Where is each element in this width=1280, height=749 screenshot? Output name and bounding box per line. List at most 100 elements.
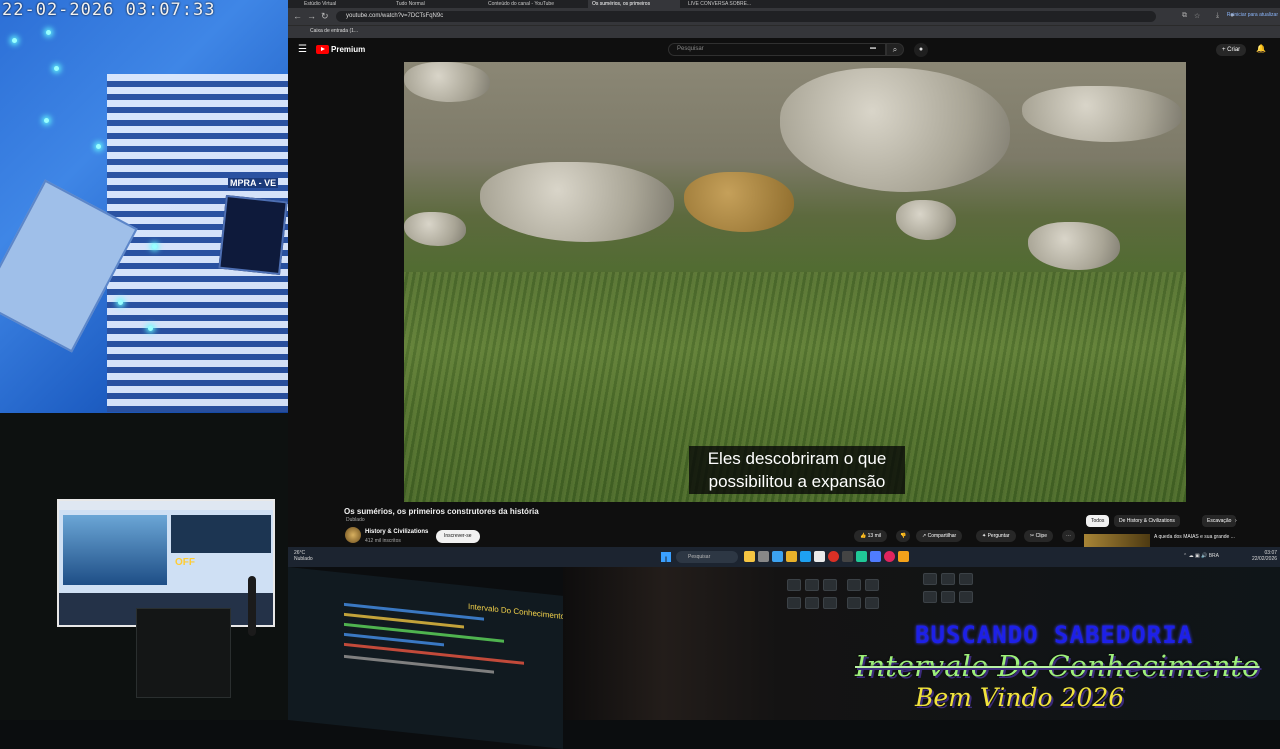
camera-timestamp: 22-02-2026 03:07:33 — [2, 0, 216, 20]
monitor-header — [59, 501, 273, 510]
desk-camera: OFF — [0, 413, 288, 720]
drum-pad — [847, 597, 861, 609]
video-player[interactable]: Eles descobriram o que possibilitou a ex… — [404, 62, 1186, 502]
overlay-title: BUSCANDO SABEDORIA — [915, 621, 1194, 649]
drum-pad — [847, 579, 861, 591]
subtitle-line: possibilitou a expansão — [708, 472, 886, 491]
clip-button[interactable]: ✂ Clipe — [1024, 530, 1053, 542]
video-meta: Dublado — [346, 517, 365, 523]
thumbs-up-icon: 👍 — [860, 533, 868, 539]
search-button[interactable]: ⌕ — [886, 43, 904, 56]
drum-pad — [787, 579, 801, 591]
overlay-welcome: Bem Vindo 2026 — [915, 683, 1125, 712]
star-icon[interactable]: ☆ — [1194, 12, 1200, 20]
channel-name[interactable]: History & Civilizations — [365, 529, 428, 535]
browser-window: Estúdio Virtual Tudo Normal Conteúdo do … — [288, 0, 1280, 547]
string-light — [12, 38, 17, 43]
chrome-icon[interactable] — [828, 551, 839, 562]
create-label: Criar — [1227, 47, 1241, 53]
file-explorer-icon[interactable] — [744, 551, 755, 562]
track-row — [344, 622, 504, 643]
monitor-badge: OFF — [175, 557, 195, 568]
browser-tab[interactable]: Estúdio Virtual — [300, 0, 386, 8]
string-light — [118, 300, 123, 305]
drum-pad — [959, 591, 973, 603]
drum-pad — [865, 597, 879, 609]
back-icon[interactable]: ← — [293, 11, 302, 21]
share-label: Compartilhar — [927, 533, 957, 539]
more-button[interactable]: ⋯ — [1062, 530, 1075, 542]
weather-desc: Nublado — [294, 556, 313, 562]
reload-icon[interactable]: ↻ — [321, 11, 329, 22]
search-input[interactable]: Pesquisar — [668, 43, 886, 56]
browser-tab-active[interactable]: Os sumérios, os primeiros — [588, 0, 680, 8]
app-icon[interactable] — [842, 551, 853, 562]
drum-pad — [959, 573, 973, 585]
rock — [1022, 86, 1182, 142]
drum-pad — [865, 579, 879, 591]
app-icon[interactable] — [870, 551, 881, 562]
subscribe-button[interactable]: Inscrever-se — [436, 530, 480, 543]
create-button[interactable]: + Criar — [1216, 44, 1247, 56]
subscriber-count: 412 mil inscritos — [365, 538, 401, 544]
audio-software-screen: Intervalo Do Conhecimento — [288, 567, 563, 749]
room-camera: BUSCANDO SABEDORIA Intervalo Do Conhecim… — [563, 567, 1280, 720]
obs-icon[interactable] — [884, 551, 895, 562]
url-input[interactable]: youtube.com/watch?v=7DCTsFqN9c — [336, 11, 1156, 22]
dislike-button[interactable]: 👎 — [896, 530, 911, 542]
youtube-logo-text[interactable]: Premium — [331, 45, 365, 54]
taskbar-search[interactable]: Pesquisar — [676, 551, 738, 563]
like-button[interactable]: 👍 13 mil — [854, 530, 887, 542]
windows-start-icon[interactable] — [661, 552, 671, 562]
string-light — [96, 144, 101, 149]
like-count: 13 mil — [867, 533, 881, 539]
share-button[interactable]: ↗ Compartilhar — [916, 530, 963, 542]
app-icon[interactable] — [814, 551, 825, 562]
notifications-icon[interactable]: 🔔 — [1256, 44, 1266, 53]
chip-channel[interactable]: De History & Civilizations — [1114, 515, 1180, 527]
edge-icon[interactable] — [772, 551, 783, 562]
weather-widget[interactable]: 26°C Nublado — [294, 550, 313, 562]
tab-bar: Estúdio Virtual Tudo Normal Conteúdo do … — [288, 0, 1280, 8]
youtube-logo-icon[interactable] — [316, 45, 329, 54]
chip-all[interactable]: Todos — [1086, 515, 1110, 527]
extension-icon[interactable]: ⧉ — [1182, 12, 1187, 20]
monitor-panel — [171, 515, 271, 553]
secondary-monitor — [136, 608, 231, 698]
mic-icon[interactable]: ● — [914, 43, 928, 57]
downloads-icon[interactable]: ⤓ — [1216, 12, 1219, 20]
string-light — [46, 30, 51, 35]
rock — [684, 172, 794, 232]
taskbar-clock[interactable]: 03:07 22/02/2026 — [1252, 550, 1277, 562]
menu-icon[interactable]: ☰ — [298, 44, 307, 55]
update-button[interactable]: Reiniciar para atualizar — [1227, 12, 1278, 18]
microphone-stand — [248, 576, 256, 636]
recommended-title[interactable]: A queda dos MAIAS e sua grande ... — [1154, 534, 1266, 540]
browser-tab[interactable]: LIVE CONVERSA SOBRE... — [684, 0, 776, 8]
app-icon[interactable] — [898, 551, 909, 562]
system-tray[interactable]: ⌃ ☁ ▣ 🔊 BRA — [1183, 553, 1219, 559]
ask-button[interactable]: ✦ Perguntar — [976, 530, 1016, 542]
grille-sign: MPRA - VE — [228, 178, 279, 188]
rock — [480, 162, 674, 242]
ask-label: Perguntar — [987, 533, 1010, 539]
rock — [404, 212, 466, 246]
clip-label: Clipe — [1035, 533, 1047, 539]
thumbs-down-icon: 👎 — [900, 533, 907, 539]
clock-date: 22/02/2026 — [1252, 556, 1278, 562]
browser-tab[interactable]: Conteúdo do canal - YouTube — [484, 0, 576, 8]
windows-taskbar: 26°C Nublado Pesquisar ⌃ ☁ ▣ 🔊 BRA 03:07… — [288, 547, 1280, 567]
store-icon[interactable] — [800, 551, 811, 562]
app-icon[interactable] — [856, 551, 867, 562]
bookmark-item[interactable]: Caixa de entrada (1... — [310, 28, 358, 34]
chevron-right-icon[interactable]: › — [1230, 515, 1242, 527]
recommended-thumbnail[interactable] — [1084, 534, 1150, 547]
channel-avatar[interactable] — [345, 527, 361, 543]
drum-pad — [923, 591, 937, 603]
browser-tab[interactable]: Tudo Normal — [392, 0, 480, 8]
drum-pad — [805, 579, 819, 591]
app-icon[interactable] — [758, 551, 769, 562]
keyboard-icon[interactable]: ▬ — [870, 45, 876, 51]
folder-icon[interactable] — [786, 551, 797, 562]
forward-icon[interactable]: → — [307, 11, 316, 21]
